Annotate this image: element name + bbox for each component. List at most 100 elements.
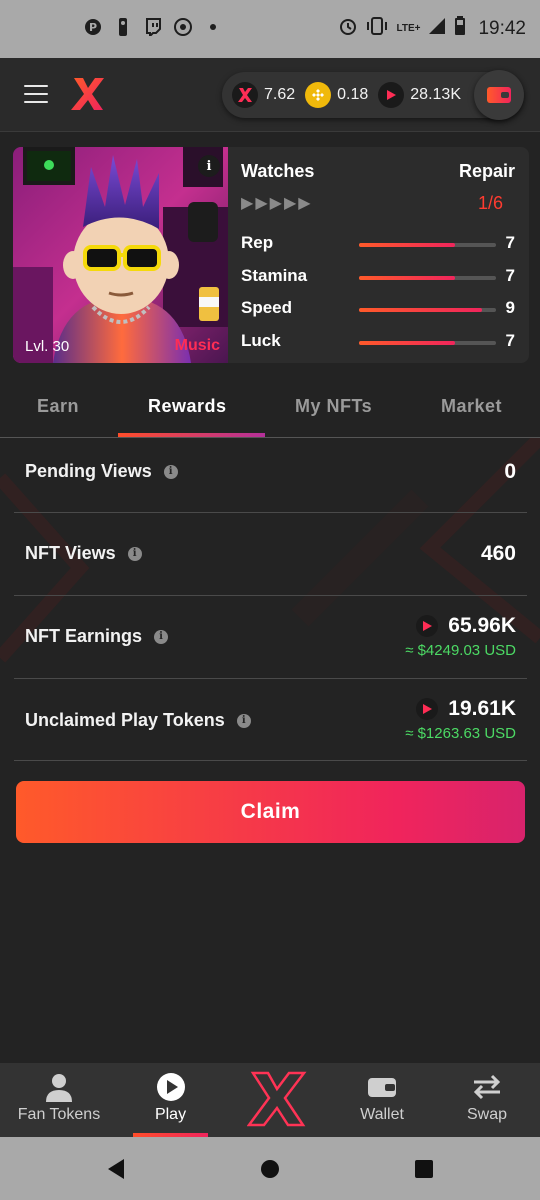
nft-card[interactable]: i Lvl. 30 Music Watches Repair ▶ ▶ ▶ ▶ ▶ 1/6…	[13, 147, 529, 363]
play-token-icon	[378, 82, 405, 108]
nft-level: Lvl. 30	[25, 338, 70, 355]
nav-wallet[interactable]: Wallet	[346, 1063, 418, 1137]
play-token-icon	[416, 615, 439, 637]
nav-label: Wallet	[360, 1106, 404, 1123]
stat-bar	[359, 341, 496, 345]
x-token-icon	[232, 82, 258, 108]
tab-market[interactable]: Market	[441, 396, 502, 417]
play-icon	[156, 1072, 186, 1102]
stat-label: Luck	[241, 331, 281, 350]
nft-genre: Music	[174, 337, 220, 354]
stat-luck: Luck 7	[241, 331, 529, 353]
info-icon[interactable]: i	[127, 546, 142, 561]
nft-info-icon[interactable]: i	[198, 155, 220, 177]
row-label: NFT Views	[25, 543, 116, 563]
rating-arrow-icon: ▶	[255, 195, 268, 212]
nav-play[interactable]: Play	[133, 1063, 208, 1137]
tab-earn[interactable]: Earn	[37, 396, 79, 417]
person-icon	[44, 1072, 74, 1102]
nav-swap[interactable]: Swap	[452, 1063, 522, 1137]
nft-earnings-row: NFT Earnings i 65.96K ≈ $4249.03 USD	[14, 596, 527, 679]
pending-views-value: 0	[504, 460, 516, 483]
rating-arrow-icon: ▶	[283, 195, 297, 212]
chrome-icon	[174, 18, 192, 36]
bnb-token-balance[interactable]: 0.18	[305, 82, 368, 108]
tab-my-nfts[interactable]: My NFTs	[295, 396, 372, 417]
network-type: LTE+	[396, 23, 421, 34]
pending-views-row: Pending Views i 0	[14, 438, 527, 513]
battery-icon	[454, 16, 466, 41]
wallet-button[interactable]	[474, 70, 524, 120]
back-icon[interactable]	[106, 1158, 126, 1185]
nft-earnings-value: 65.96K	[448, 614, 516, 637]
bottom-nav: Fan Tokens Play Wallet Swap	[0, 1063, 540, 1137]
wallet-icon	[367, 1072, 397, 1102]
nav-label: Play	[154, 1106, 187, 1123]
system-nav-bar	[0, 1137, 540, 1200]
x-token-value: 7.62	[264, 86, 296, 103]
info-icon[interactable]: i	[163, 464, 178, 479]
info-icon[interactable]: i	[236, 713, 251, 728]
bnb-token-icon	[305, 82, 332, 108]
bnb-token-value: 0.18	[337, 86, 369, 103]
clock: 19:42	[478, 17, 526, 39]
vibrate-icon	[366, 17, 388, 40]
nft-name: Watches	[241, 161, 315, 181]
x-logo-icon	[247, 1069, 307, 1129]
balance-pill[interactable]: 7.62 0.18 28.13K	[222, 70, 524, 120]
recent-apps-icon[interactable]	[415, 1160, 433, 1178]
play-token-value: 28.13K	[410, 86, 461, 103]
nav-label: Fan Tokens	[17, 1106, 101, 1123]
stat-value: 7	[505, 233, 515, 252]
nba-icon	[114, 18, 132, 36]
repair-count: 1/6	[477, 193, 503, 213]
active-tab-indicator	[118, 433, 265, 437]
stat-label: Speed	[241, 298, 293, 317]
signal-icon	[428, 17, 446, 40]
nav-label: Swap	[466, 1106, 508, 1123]
alarm-icon	[338, 16, 358, 41]
nft-views-row: NFT Views i 460	[14, 513, 527, 596]
repair-button[interactable]: Repair	[459, 161, 515, 182]
stat-stamina: Stamina 7	[241, 266, 529, 288]
tab-bar: Earn Rewards My NFTs Market	[0, 378, 540, 438]
play-token-icon	[416, 698, 439, 720]
row-label: NFT Earnings	[25, 626, 143, 646]
info-icon[interactable]: i	[154, 629, 169, 644]
svg-text:P: P	[89, 21, 97, 34]
row-label: Unclaimed Play Tokens	[25, 710, 225, 730]
rating-arrow-icon: ▶	[241, 195, 254, 212]
wallet-icon	[487, 87, 511, 103]
status-bar: P LTE+ 19:42	[0, 0, 540, 58]
notification-dot-icon	[210, 24, 216, 30]
unclaimed-usd: ≈ $1263.63 USD	[405, 725, 516, 742]
play-token-balance[interactable]: 28.13K	[378, 82, 461, 108]
swap-icon	[472, 1072, 502, 1102]
pinterest-icon: P	[84, 18, 102, 36]
nft-stats-panel: Watches Repair ▶ ▶ ▶ ▶ ▶ 1/6 Rep 7 Stamina 7…	[241, 147, 529, 363]
stat-label: Stamina	[241, 266, 308, 285]
stat-value: 7	[505, 331, 515, 350]
nav-fan-tokens[interactable]: Fan Tokens	[10, 1063, 108, 1137]
stat-value: 7	[505, 266, 515, 285]
nav-home-logo[interactable]	[244, 1063, 310, 1137]
nft-artwork: i Lvl. 30 Music	[13, 147, 228, 363]
x-token-balance[interactable]: 7.62	[232, 82, 295, 108]
x-logo-icon[interactable]	[70, 76, 106, 112]
unclaimed-row: Unclaimed Play Tokens i 19.61K ≈ $1263.6…	[14, 679, 527, 761]
stat-rep: Rep 7	[241, 233, 529, 255]
tab-rewards[interactable]: Rewards	[148, 396, 227, 417]
menu-icon[interactable]	[24, 85, 48, 103]
claim-button[interactable]: Claim	[16, 781, 525, 843]
stat-bar	[359, 243, 496, 247]
stat-speed: Speed 9	[241, 298, 529, 320]
stat-label: Rep	[241, 233, 274, 252]
home-icon[interactable]	[261, 1160, 279, 1178]
nft-rating: ▶ ▶ ▶ ▶ ▶	[241, 193, 311, 213]
rating-arrow-icon: ▶	[269, 195, 282, 212]
app-header: 7.62 0.18 28.13K	[0, 58, 540, 132]
nft-earnings-usd: ≈ $4249.03 USD	[405, 642, 516, 659]
stat-bar	[359, 308, 496, 312]
stat-bar	[359, 276, 496, 280]
stat-value: 9	[505, 298, 515, 317]
